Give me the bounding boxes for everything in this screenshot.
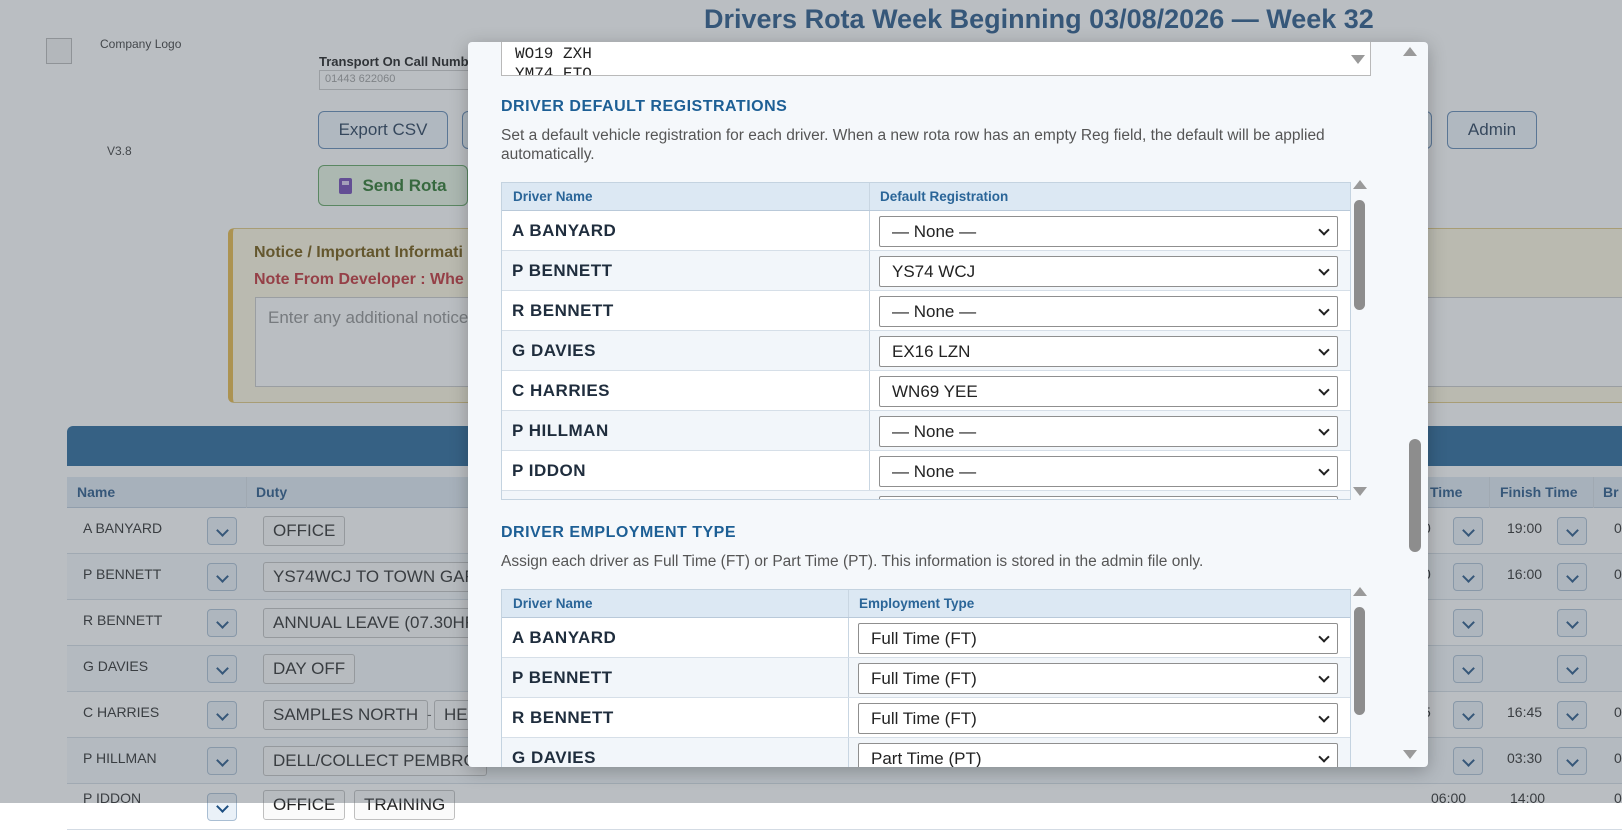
chevron-down-icon bbox=[1318, 751, 1330, 763]
cell-divider bbox=[869, 331, 870, 370]
driver-name: A BANYARD bbox=[512, 221, 617, 240]
modal-scroll-up-icon[interactable] bbox=[1403, 47, 1417, 56]
driver-name: P IDDON bbox=[512, 461, 587, 480]
table-scroll-down-icon[interactable] bbox=[1353, 487, 1367, 496]
chevron-down-icon bbox=[1318, 424, 1330, 436]
table-row: G DAVIES Part Time (PT) bbox=[502, 738, 1350, 767]
col-header-driver-name: Driver Name bbox=[513, 189, 593, 204]
driver-name: R BENNETT bbox=[512, 301, 614, 320]
employment-type-select[interactable]: Part Time (PT) bbox=[858, 743, 1338, 767]
selected-value: — None — bbox=[892, 222, 977, 241]
default-registration-select[interactable]: — None — bbox=[879, 416, 1338, 447]
cell-divider bbox=[869, 251, 870, 290]
header-divider bbox=[848, 590, 849, 617]
cell-divider bbox=[869, 211, 870, 250]
default-registration-select[interactable] bbox=[879, 496, 1338, 499]
chevron-down-icon bbox=[1318, 464, 1330, 476]
chevron-down-icon bbox=[1318, 631, 1330, 643]
vehicle-registrations-textarea[interactable]: WO19 ZXH YM74 ETO bbox=[501, 42, 1371, 76]
selected-value: Full Time (FT) bbox=[871, 669, 977, 688]
col-header-driver-name: Driver Name bbox=[513, 596, 593, 611]
table-row: R BENNETT — None — bbox=[502, 291, 1350, 331]
chevron-down-icon bbox=[1318, 304, 1330, 316]
chevron-down-icon bbox=[1318, 224, 1330, 236]
textarea-scroll-down-icon[interactable] bbox=[1351, 55, 1365, 64]
table-row: P BENNETT Full Time (FT) bbox=[502, 658, 1350, 698]
table-scrollbar-thumb[interactable] bbox=[1354, 607, 1365, 715]
table-scroll-up-icon[interactable] bbox=[1353, 587, 1367, 596]
registration-line: WO19 ZXH bbox=[515, 45, 592, 63]
registration-line: YM74 ETO bbox=[515, 65, 592, 76]
table-row: P HILLMAN — None — bbox=[502, 411, 1350, 451]
cell-divider bbox=[869, 371, 870, 410]
selected-value: EX16 LZN bbox=[892, 342, 971, 361]
chevron-down-icon bbox=[1318, 671, 1330, 683]
driver-name: P BENNETT bbox=[512, 668, 613, 687]
default-registration-select[interactable]: — None — bbox=[879, 216, 1338, 247]
col-header-default-registration: Default Registration bbox=[880, 189, 1009, 204]
driver-name: G DAVIES bbox=[512, 748, 596, 767]
selected-value: — None — bbox=[892, 302, 977, 321]
table-scroll-up-icon[interactable] bbox=[1353, 180, 1367, 189]
table-scrollbar-thumb[interactable] bbox=[1354, 200, 1365, 310]
employment-type-title: DRIVER EMPLOYMENT TYPE bbox=[501, 524, 737, 541]
table-row: R BENNETT Full Time (FT) bbox=[502, 698, 1350, 738]
default-registration-select[interactable]: — None — bbox=[879, 456, 1338, 487]
employment-type-table-header: Driver Name Employment Type bbox=[502, 590, 1350, 618]
selected-value: — None — bbox=[892, 422, 977, 441]
table-row: G DAVIES EX16 LZN bbox=[502, 331, 1350, 371]
default-registration-select[interactable]: YS74 WCJ bbox=[879, 256, 1338, 287]
employment-type-select[interactable]: Full Time (FT) bbox=[858, 663, 1338, 694]
employment-type-description: Assign each driver as Full Time (FT) or … bbox=[501, 553, 1204, 570]
col-header-employment-type: Employment Type bbox=[859, 596, 975, 611]
table-row: P IDDON — None — bbox=[502, 451, 1350, 491]
default-registration-select[interactable]: EX16 LZN bbox=[879, 336, 1338, 367]
chevron-down-icon bbox=[1318, 344, 1330, 356]
default-registration-select[interactable]: WN69 YEE bbox=[879, 376, 1338, 407]
driver-name: P BENNETT bbox=[512, 261, 613, 280]
table-row-partial bbox=[502, 491, 1350, 499]
cell-divider bbox=[869, 451, 870, 490]
table-row: C HARRIES WN69 YEE bbox=[502, 371, 1350, 411]
driver-name: G DAVIES bbox=[512, 341, 596, 360]
default-registrations-description: Set a default vehicle registration for e… bbox=[501, 127, 1325, 163]
header-divider bbox=[869, 183, 870, 210]
driver-name: P HILLMAN bbox=[512, 421, 609, 440]
default-registrations-title: DRIVER DEFAULT REGISTRATIONS bbox=[501, 98, 788, 115]
cell-divider bbox=[848, 738, 849, 767]
default-registrations-table-header: Driver Name Default Registration bbox=[502, 183, 1350, 211]
default-registration-select[interactable]: — None — bbox=[879, 296, 1338, 327]
selected-value: YS74 WCJ bbox=[892, 262, 976, 281]
table-row: A BANYARD — None — bbox=[502, 211, 1350, 251]
cell-divider bbox=[869, 291, 870, 330]
cell-divider bbox=[869, 411, 870, 450]
employment-type-select[interactable]: Full Time (FT) bbox=[858, 703, 1338, 734]
selected-value: — None — bbox=[892, 462, 977, 481]
driver-name: C HARRIES bbox=[512, 381, 611, 400]
employment-type-select[interactable]: Full Time (FT) bbox=[858, 623, 1338, 654]
driver-name: A BANYARD bbox=[512, 628, 617, 647]
chevron-down-icon bbox=[1318, 264, 1330, 276]
cell-divider bbox=[848, 658, 849, 697]
admin-settings-modal: WO19 ZXH YM74 ETO DRIVER DEFAULT REGISTR… bbox=[468, 42, 1428, 767]
table-row: A BANYARD Full Time (FT) bbox=[502, 618, 1350, 658]
default-registrations-table: Driver Name Default Registration A BANYA… bbox=[501, 182, 1351, 500]
selected-value: Full Time (FT) bbox=[871, 629, 977, 648]
selected-value: Full Time (FT) bbox=[871, 709, 977, 728]
cell-divider bbox=[848, 698, 849, 737]
modal-scrollbar-thumb[interactable] bbox=[1409, 439, 1421, 552]
chevron-down-icon bbox=[1318, 384, 1330, 396]
selected-value: Part Time (PT) bbox=[871, 749, 982, 767]
modal-scroll-down-icon[interactable] bbox=[1403, 750, 1417, 759]
driver-name: R BENNETT bbox=[512, 708, 614, 727]
chevron-down-icon bbox=[1318, 711, 1330, 723]
table-row: P BENNETT YS74 WCJ bbox=[502, 251, 1350, 291]
cell-divider bbox=[848, 618, 849, 657]
selected-value: WN69 YEE bbox=[892, 382, 978, 401]
employment-type-table: Driver Name Employment Type A BANYARD Fu… bbox=[501, 589, 1351, 767]
